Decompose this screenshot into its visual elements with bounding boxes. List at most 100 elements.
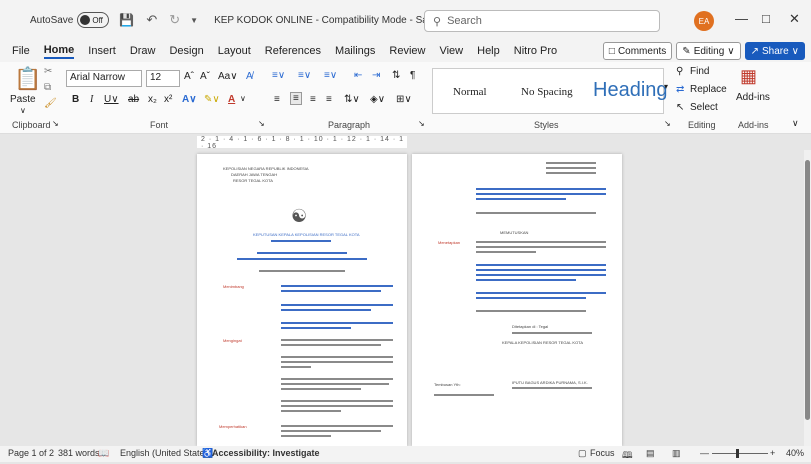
focus-icon[interactable]: ▢	[578, 448, 587, 459]
find-icon[interactable]: ⚲	[676, 66, 683, 77]
bullets-icon[interactable]: ≡∨	[272, 70, 285, 81]
comments-button[interactable]: □ Comments	[602, 42, 673, 60]
style-normal[interactable]: Normal	[453, 86, 487, 98]
text-effects-icon[interactable]: A∨	[182, 94, 197, 105]
format-painter-icon[interactable]: 🖌	[44, 98, 57, 109]
font-size-select[interactable]: 12	[146, 70, 180, 87]
menu-draw[interactable]: Draw	[130, 45, 156, 57]
multilevel-list-icon[interactable]: ≡∨	[324, 70, 337, 81]
addins-button[interactable]: Add-ins	[736, 92, 770, 103]
italic-icon[interactable]: I	[90, 94, 93, 105]
menu-help[interactable]: Help	[477, 45, 500, 57]
zoom-in-icon[interactable]: +	[770, 448, 775, 458]
undo-icon[interactable]: ↶	[146, 12, 157, 28]
strikethrough-icon[interactable]: ab	[128, 94, 139, 105]
shading-icon[interactable]: ◈∨	[370, 94, 385, 105]
sort-icon[interactable]: ⇅	[392, 70, 400, 81]
borders-icon[interactable]: ⊞∨	[396, 94, 412, 105]
proofing-icon[interactable]: 📖	[98, 448, 109, 459]
web-layout-icon[interactable]: ▥	[672, 448, 681, 459]
pilcrow-icon[interactable]: ¶	[410, 70, 415, 81]
font-launcher-icon[interactable]: ↘	[258, 119, 265, 128]
page-1[interactable]: KEPOLISIAN NEGARA REPUBLIK INDONESIA DAE…	[197, 154, 407, 446]
close-icon[interactable]: ✕	[789, 11, 800, 27]
zoom-level[interactable]: 40%	[786, 448, 804, 458]
shrink-font-icon[interactable]: Aˇ	[200, 71, 210, 82]
paste-chevron-icon[interactable]: ∨	[20, 106, 26, 115]
word-count[interactable]: 381 words	[58, 448, 100, 458]
addins-icon[interactable]: ▦	[740, 66, 757, 87]
align-center-icon[interactable]: ≡	[290, 92, 302, 105]
menu-nitro[interactable]: Nitro Pro	[514, 45, 557, 57]
select-icon[interactable]: ↖	[676, 102, 684, 113]
superscript-icon[interactable]: x²	[164, 94, 172, 105]
align-right-icon[interactable]: ≡	[310, 94, 316, 105]
tembusan-label: Tembusan Yth:	[434, 382, 461, 387]
accessibility-status[interactable]: Accessibility: Investigate	[212, 448, 320, 458]
bold-icon[interactable]: B	[72, 94, 79, 105]
focus-button[interactable]: Focus	[590, 448, 615, 458]
avatar[interactable]: EA	[694, 11, 714, 31]
page-2[interactable]: MEMUTUSKAN Menetapkan Ditetapkan di : Te…	[412, 154, 622, 446]
line-spacing-icon[interactable]: ⇅∨	[344, 94, 360, 105]
vertical-scrollbar[interactable]	[804, 150, 811, 446]
font-color-chevron-icon[interactable]: ∨	[240, 94, 246, 103]
numbering-icon[interactable]: ≡∨	[298, 70, 311, 81]
share-button[interactable]: ↗ Share ∨	[744, 42, 805, 60]
subscript-icon[interactable]: x₂	[148, 94, 157, 105]
document-title[interactable]: KEP KODOK ONLINE - Compatibility Mode - …	[214, 15, 444, 26]
document-area[interactable]: 2 · 1 · 4 · 1 · 6 · 1 · 8 · 1 · 10 · 1 ·…	[0, 134, 804, 446]
clipboard-launcher-icon[interactable]: ↘	[52, 119, 59, 128]
page-count[interactable]: Page 1 of 2	[8, 448, 54, 458]
grow-font-icon[interactable]: Aˆ	[184, 71, 194, 82]
styles-launcher-icon[interactable]: ↘	[664, 119, 671, 128]
copy-icon[interactable]: ⧉	[44, 82, 51, 93]
style-no-spacing[interactable]: No Spacing	[521, 86, 573, 98]
redo-icon[interactable]: ↻	[169, 12, 180, 28]
minimize-icon[interactable]: —	[735, 11, 748, 26]
decrease-indent-icon[interactable]: ⇤	[354, 70, 362, 81]
editing-mode-button[interactable]: ✎ Editing ∨	[676, 42, 741, 60]
font-color-icon[interactable]: A	[228, 94, 235, 105]
maximize-icon[interactable]: □	[762, 11, 770, 26]
change-case-icon[interactable]: Aa∨	[218, 71, 238, 82]
scrollbar-thumb[interactable]	[805, 160, 810, 420]
zoom-out-icon[interactable]: —	[700, 448, 709, 458]
justify-icon[interactable]: ≡	[326, 94, 332, 105]
replace-button[interactable]: Replace	[690, 84, 727, 95]
save-icon[interactable]: 💾	[119, 13, 134, 27]
menu-design[interactable]: Design	[169, 45, 203, 57]
menu-mailings[interactable]: Mailings	[335, 45, 375, 57]
increase-indent-icon[interactable]: ⇥	[372, 70, 380, 81]
paste-button[interactable]: Paste	[10, 94, 36, 105]
paste-icon[interactable]: 📋	[14, 66, 41, 92]
style-heading[interactable]: Heading	[593, 79, 668, 102]
paragraph-launcher-icon[interactable]: ↘	[418, 119, 425, 128]
highlight-icon[interactable]: ✎∨	[204, 94, 220, 105]
autosave-toggle[interactable]: Off	[77, 12, 110, 28]
align-left-icon[interactable]: ≡	[274, 94, 280, 105]
text-line	[281, 383, 389, 385]
replace-icon[interactable]: ⇄	[676, 84, 684, 95]
find-button[interactable]: Find	[690, 66, 709, 77]
clear-format-icon[interactable]: A̸	[246, 71, 253, 82]
underline-icon[interactable]: U∨	[104, 94, 119, 105]
cut-icon[interactable]: ✂	[44, 66, 52, 77]
menu-review[interactable]: Review	[389, 45, 425, 57]
font-name-select[interactable]: Arial Narrow	[66, 70, 142, 87]
print-layout-icon[interactable]: ▤	[646, 448, 655, 459]
menu-layout[interactable]: Layout	[218, 45, 251, 57]
search-input[interactable]: ⚲ Search	[424, 10, 660, 32]
select-button[interactable]: Select	[690, 102, 718, 113]
qat-dropdown-icon[interactable]: ▼	[190, 16, 198, 25]
ribbon-collapse-icon[interactable]: ∨	[792, 118, 799, 129]
zoom-slider[interactable]	[712, 453, 768, 454]
menu-references[interactable]: References	[265, 45, 321, 57]
menu-insert[interactable]: Insert	[88, 45, 116, 57]
menu-home[interactable]: Home	[43, 44, 75, 59]
language[interactable]: English (United States)	[120, 448, 212, 458]
menu-view[interactable]: View	[439, 45, 463, 57]
zoom-slider-thumb[interactable]	[736, 449, 739, 458]
menu-file[interactable]: File	[12, 45, 30, 57]
styles-more-icon[interactable]: ▾	[664, 82, 668, 91]
